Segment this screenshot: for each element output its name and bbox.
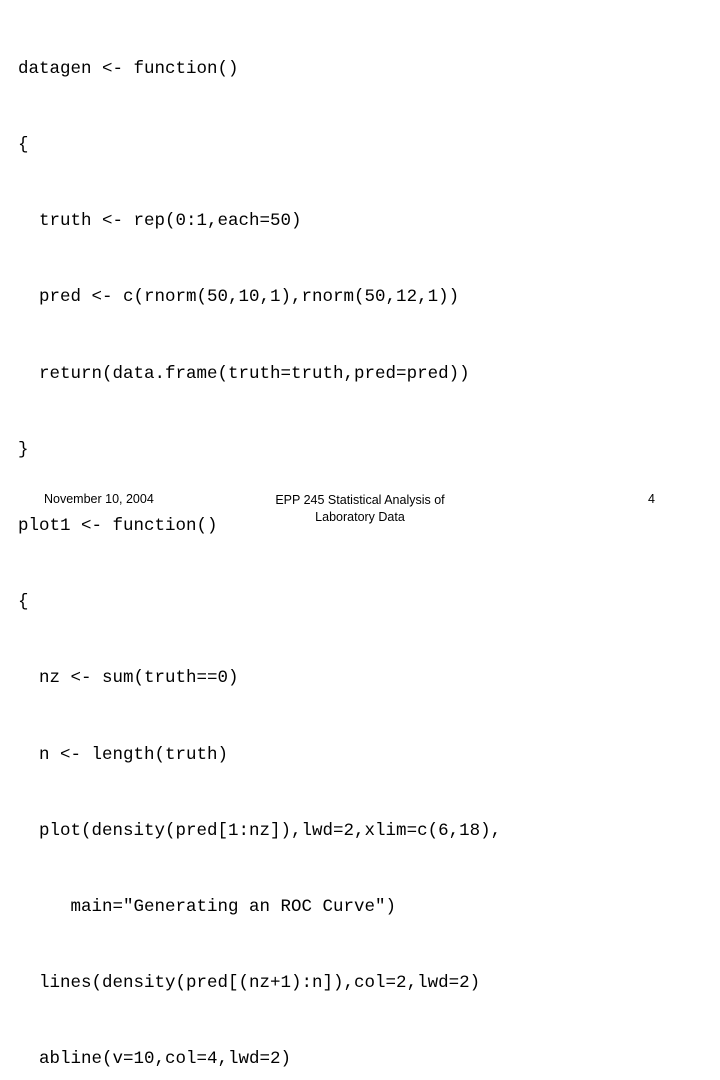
code-line: datagen <- function() — [18, 58, 239, 79]
code-line: { — [18, 592, 29, 613]
code-listing: datagen <- function() { truth <- rep(0:1… — [18, 6, 702, 1080]
code-line: nz <- sum(truth==0) — [18, 668, 239, 689]
footer-title-line2: Laboratory Data — [315, 510, 405, 524]
code-line: truth <- rep(0:1,each=50) — [18, 211, 302, 232]
slide-footer: November 10, 2004 EPP 245 Statistical An… — [0, 492, 720, 540]
code-line: main="Generating an ROC Curve") — [18, 897, 397, 918]
slide-canvas: datagen <- function() { truth <- rep(0:1… — [0, 0, 720, 1069]
footer-page-number: 4 — [648, 492, 655, 506]
footer-title-line1: EPP 245 Statistical Analysis of — [275, 493, 445, 507]
code-line: { — [18, 135, 29, 156]
code-line: plot(density(pred[1:nz]),lwd=2,xlim=c(6,… — [18, 820, 502, 841]
code-line: } — [18, 439, 29, 460]
code-line: abline(v=10,col=4,lwd=2) — [18, 1049, 292, 1070]
code-line: n <- length(truth) — [18, 744, 229, 765]
footer-title: EPP 245 Statistical Analysis of Laborato… — [240, 492, 480, 526]
code-line: lines(density(pred[(nz+1):n]),col=2,lwd=… — [18, 973, 481, 994]
code-line: return(data.frame(truth=truth,pred=pred)… — [18, 363, 470, 384]
footer-date: November 10, 2004 — [44, 492, 154, 506]
code-line: pred <- c(rnorm(50,10,1),rnorm(50,12,1)) — [18, 287, 460, 308]
